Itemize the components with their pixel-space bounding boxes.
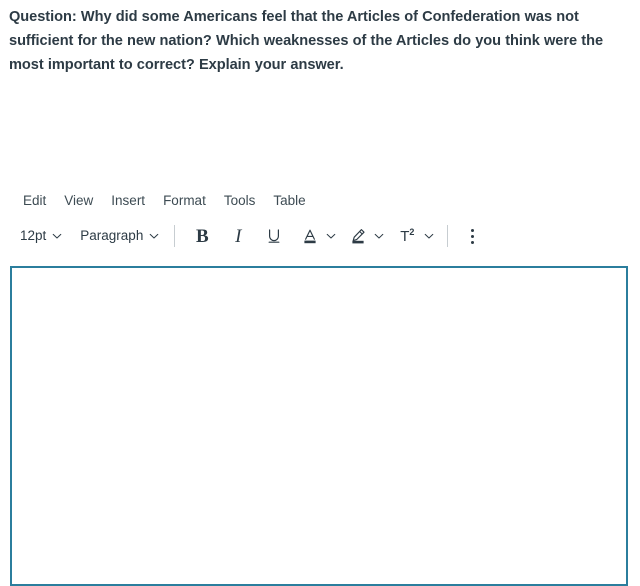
answer-text-editor[interactable]	[10, 266, 628, 586]
bold-glyph: B	[195, 225, 209, 247]
menu-item-insert[interactable]: Insert	[102, 186, 154, 216]
editor-menubar: Edit View Insert Format Tools Table	[0, 186, 640, 216]
italic-button[interactable]: I	[220, 222, 256, 250]
block-format-select[interactable]: Paragraph	[74, 222, 165, 250]
bold-button[interactable]: B	[184, 222, 220, 250]
superscript-icon: T 2	[396, 226, 418, 246]
toolbar-divider	[447, 225, 449, 247]
superscript-base-glyph: T	[400, 227, 410, 245]
chevron-down-icon	[149, 231, 159, 241]
page-root: Question: Why did some Americans feel th…	[0, 0, 640, 586]
menu-item-format[interactable]: Format	[154, 186, 215, 216]
rich-content-editor: Edit View Insert Format Tools Table 12pt…	[0, 186, 640, 256]
chevron-down-icon	[52, 231, 62, 241]
question-block: Question: Why did some Americans feel th…	[9, 5, 631, 77]
menu-item-table[interactable]: Table	[264, 186, 314, 216]
text-color-icon	[300, 226, 320, 246]
more-options-button[interactable]	[457, 222, 487, 250]
menu-item-view[interactable]: View	[55, 186, 102, 216]
editor-toolbar: 12pt Paragraph B I T 2	[0, 216, 640, 256]
highlight-color-button[interactable]	[340, 222, 388, 250]
underline-icon	[264, 226, 284, 246]
block-format-value: Paragraph	[80, 228, 144, 243]
underline-button[interactable]	[256, 222, 292, 250]
superscript-exponent-glyph: 2	[409, 227, 415, 237]
superscript-button[interactable]: T 2	[388, 222, 438, 250]
question-prompt-text: Question: Why did some Americans feel th…	[9, 9, 604, 73]
kebab-menu-icon	[463, 226, 481, 246]
text-color-button[interactable]	[292, 222, 340, 250]
highlighter-icon	[348, 226, 368, 246]
font-size-value: 12pt	[20, 228, 47, 243]
menu-item-tools[interactable]: Tools	[215, 186, 265, 216]
chevron-down-icon	[424, 231, 434, 241]
italic-glyph: I	[235, 225, 242, 247]
chevron-down-icon	[326, 231, 336, 241]
menu-item-edit[interactable]: Edit	[14, 186, 55, 216]
toolbar-divider	[174, 225, 176, 247]
bold-icon: B	[192, 226, 212, 246]
font-size-select[interactable]: 12pt	[14, 222, 68, 250]
chevron-down-icon	[374, 231, 384, 241]
italic-icon: I	[228, 226, 248, 246]
